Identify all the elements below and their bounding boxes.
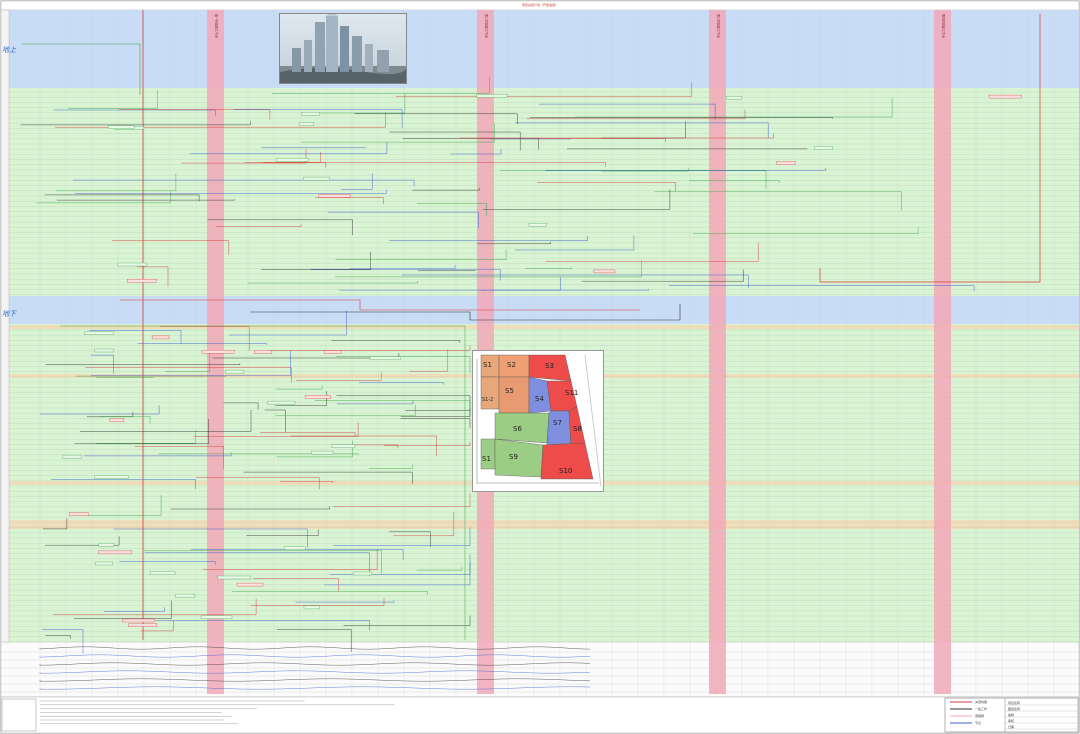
schedule-sheet: 第一阶段竣工节点 第二阶段竣工节点 第三阶段竣工节点 第四阶段竣工节点 项目名称 图纸名… — [0, 0, 1080, 734]
title-block-field: 编制 — [1008, 712, 1014, 717]
zone-s1b-block — [480, 438, 496, 470]
activity-node-label — [303, 176, 330, 181]
activity-node-label — [84, 331, 115, 335]
activity-node-label — [726, 96, 742, 100]
activity-node-label — [776, 161, 796, 165]
activity-node-label — [988, 94, 1022, 99]
activity-node-label — [324, 350, 342, 354]
zone-label-s5: S5 — [505, 387, 514, 395]
milestone-label: 第三阶段竣工节点 — [717, 14, 722, 38]
zone-s9-block — [494, 438, 544, 478]
activity-node-label — [151, 335, 170, 340]
zone-label-s11: S11 — [565, 389, 578, 397]
activity-node-label — [127, 279, 157, 283]
activity-node-label — [814, 146, 833, 150]
activity-node-label — [122, 618, 155, 623]
zone-s6-block — [494, 412, 550, 444]
activity-node-label — [301, 112, 320, 116]
activity-node-label — [217, 575, 251, 580]
activity-node-label — [98, 543, 115, 547]
band-label-below: 地下 — [2, 310, 17, 318]
title-block-field: 审核 — [1008, 718, 1014, 723]
activity-node-label — [299, 122, 314, 126]
activity-node-label — [117, 262, 148, 267]
activity-node-label — [98, 550, 132, 555]
zone-s1-2-block — [480, 376, 500, 410]
milestone-bar — [709, 10, 726, 694]
activity-node-label — [267, 400, 296, 405]
page-title: 项目总控计划（开发进度） — [522, 2, 558, 7]
activity-node-label — [353, 571, 373, 576]
legend-label: 一般工作 — [975, 706, 987, 711]
zone-label-s6: S6 — [513, 425, 522, 433]
activity-node-label — [109, 418, 125, 422]
zone-label-s4: S4 — [535, 395, 544, 403]
zone-s7-block — [546, 410, 572, 446]
milestone-label: 第二阶段竣工节点 — [485, 14, 490, 38]
legend-label: 节点 — [975, 720, 981, 725]
activity-node-label — [200, 615, 233, 619]
zone-label-s3: S3 — [545, 362, 554, 370]
activity-node-label — [311, 450, 334, 455]
activity-node-label — [303, 605, 320, 610]
title-block-field: 图纸名称 — [1008, 706, 1020, 711]
legend-label: 里程碑 — [975, 713, 984, 718]
activity-node-label — [476, 94, 508, 98]
activity-node-label — [108, 125, 135, 129]
activity-node-label — [128, 623, 158, 627]
activity-node-label — [528, 223, 547, 227]
milestone-label: 第四阶段竣工节点 — [942, 14, 947, 38]
title-block-field: 日期 — [1008, 724, 1014, 729]
zone-label-s10: S10 — [559, 467, 572, 475]
activity-node-label — [318, 194, 351, 198]
activity-node-label — [62, 454, 82, 459]
activity-node-label — [201, 350, 235, 354]
activity-node-label — [304, 395, 331, 399]
band-label-above: 地上 — [2, 46, 17, 54]
zone-label-s1b: S1 — [482, 455, 491, 463]
legend-label: 关键线路 — [975, 699, 987, 704]
activity-node-label — [94, 348, 114, 353]
activity-node-label — [149, 571, 176, 575]
title-block-field: 项目名称 — [1008, 700, 1020, 705]
activity-node-label — [69, 512, 89, 516]
zone-label-s7: S7 — [553, 419, 562, 427]
activity-node-label — [284, 546, 306, 550]
zone-label-s1: S1 — [483, 361, 492, 369]
site-zoning-map: S1 S2 S3 S4 S5 S6 S7 S8 S9 S10 S11 S1-2 … — [472, 350, 604, 492]
activity-node-label — [94, 475, 129, 479]
activity-node-label — [276, 158, 309, 162]
activity-node-label — [254, 350, 273, 354]
zone-label-s2: S2 — [507, 361, 516, 369]
activity-node-label — [236, 582, 264, 587]
zone-label-s9: S9 — [509, 453, 518, 461]
zone-s5-block — [498, 376, 530, 414]
tower-rendering-photo — [279, 13, 407, 84]
activity-node-label — [331, 444, 356, 448]
milestone-label: 第一阶段竣工节点 — [215, 14, 220, 38]
zone-label-s8: S8 — [573, 425, 582, 433]
activity-node-label — [225, 369, 245, 374]
activity-node-label — [369, 356, 401, 360]
activity-node-label — [593, 269, 616, 274]
activity-node-label — [95, 561, 113, 566]
milestone-bar — [934, 10, 951, 694]
activity-node-label — [175, 593, 195, 598]
zone-label-s1-2: S1-2 — [482, 397, 493, 403]
